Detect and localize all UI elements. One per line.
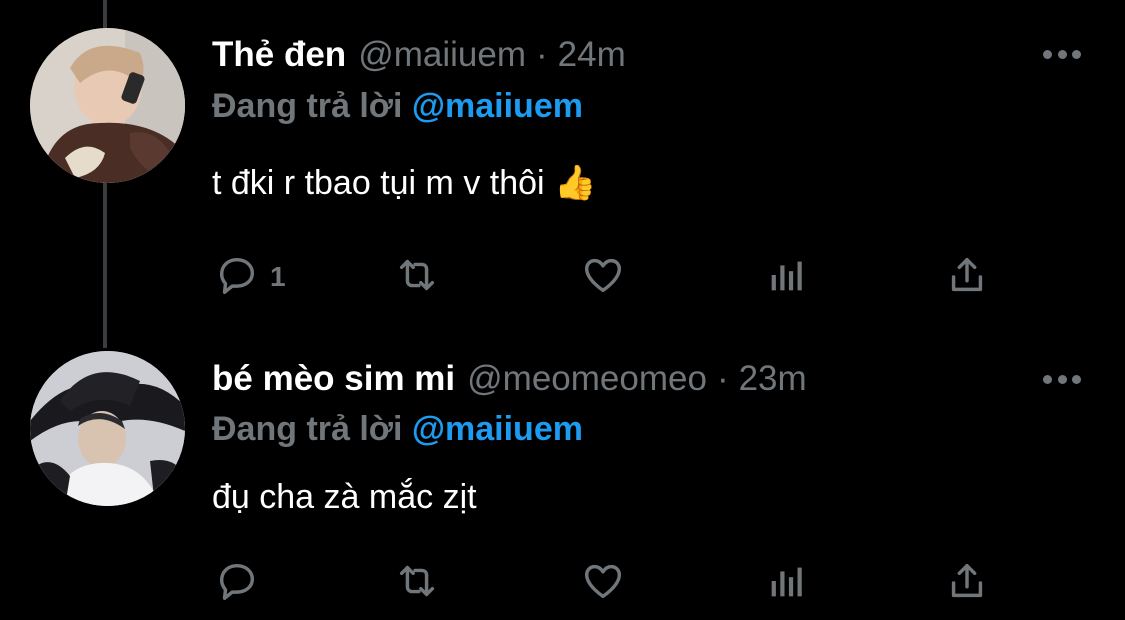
- like-icon: [580, 252, 626, 303]
- mention-link[interactable]: @maiiuem: [412, 87, 583, 125]
- share-icon: [944, 252, 990, 303]
- reply-icon: [214, 558, 260, 609]
- share-button[interactable]: [944, 252, 990, 302]
- timestamp[interactable]: 24m: [558, 35, 626, 75]
- user-handle[interactable]: @meomeomeo: [467, 359, 707, 399]
- replying-label: Đang trả lời: [212, 87, 403, 125]
- reply-icon: [214, 252, 260, 303]
- share-button[interactable]: [944, 558, 990, 608]
- share-icon: [944, 558, 990, 609]
- display-name[interactable]: bé mèo sim mi: [212, 359, 455, 399]
- retweet-button[interactable]: [394, 252, 440, 302]
- like-button[interactable]: [580, 252, 626, 302]
- replying-label: Đang trả lời: [212, 410, 403, 448]
- display-name[interactable]: Thẻ đen: [212, 35, 346, 75]
- timestamp[interactable]: 23m: [739, 359, 807, 399]
- reply-button[interactable]: [214, 558, 270, 608]
- tweet[interactable]: Thẻ đen @maiiuem · 24m Đang trả lời @mai…: [0, 0, 1125, 315]
- separator-dot: ·: [716, 359, 729, 398]
- mention-link[interactable]: @maiiuem: [412, 410, 583, 448]
- reply-button[interactable]: 1: [214, 252, 286, 302]
- retweet-icon: [394, 252, 440, 303]
- tweet[interactable]: bé mèo sim mi @meomeomeo · 23m Đang trả …: [0, 330, 1125, 620]
- avatar[interactable]: [30, 28, 185, 183]
- tweet-header: bé mèo sim mi @meomeomeo · 23m: [212, 359, 807, 399]
- stats-button[interactable]: [764, 252, 810, 302]
- reply-count: 1: [270, 261, 286, 292]
- tweet-text: đụ cha zà mắc zịt: [212, 478, 477, 516]
- retweet-button[interactable]: [394, 558, 440, 608]
- tweet-text: t đki r tbao tụi m v thôi 👍: [212, 164, 597, 202]
- user-handle[interactable]: @maiiuem: [358, 35, 526, 75]
- replying-to: Đang trả lời @maiiuem: [212, 87, 583, 126]
- action-bar: [212, 558, 992, 608]
- avatar[interactable]: [30, 351, 185, 506]
- stats-icon: [764, 558, 810, 609]
- like-icon: [580, 558, 626, 609]
- stats-icon: [764, 252, 810, 303]
- separator-dot: ·: [535, 35, 548, 74]
- replying-to: Đang trả lời @maiiuem: [212, 410, 583, 449]
- more-icon[interactable]: [1043, 48, 1081, 60]
- more-icon[interactable]: [1043, 373, 1081, 385]
- action-bar: 1: [212, 252, 992, 302]
- retweet-icon: [394, 558, 440, 609]
- like-button[interactable]: [580, 558, 626, 608]
- stats-button[interactable]: [764, 558, 810, 608]
- tweet-header: Thẻ đen @maiiuem · 24m: [212, 35, 626, 75]
